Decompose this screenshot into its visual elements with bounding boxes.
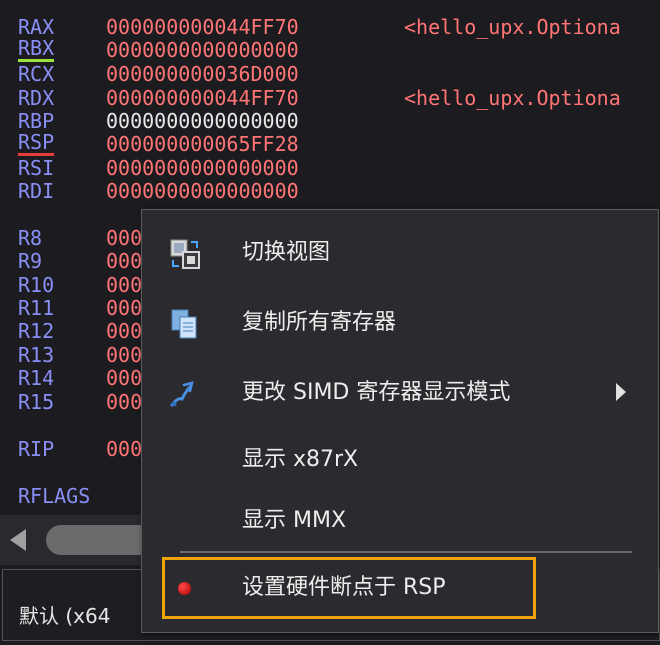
register-value[interactable]: 0000000000000000 [106, 38, 299, 62]
scroll-left-arrow-icon[interactable] [10, 529, 26, 551]
menu-item-switch-view[interactable]: 切换视图 [142, 225, 658, 281]
calling-convention-label: 默认 (x64 [19, 604, 111, 628]
register-value[interactable]: 000000000044FF70 [106, 86, 299, 110]
register-value[interactable]: 000 [106, 343, 142, 367]
register-value[interactable]: 000000000036D000 [106, 62, 299, 86]
menu-item-label: 显示 x87rX [242, 447, 359, 472]
register-value[interactable]: 000 [106, 319, 142, 343]
register-value[interactable]: 000000000065FF28 [106, 132, 299, 156]
menu-item-show-mmx[interactable]: 显示 MMX [142, 493, 658, 549]
menu-item-change-simd-display-mode[interactable]: 更改 SIMD 寄存器显示模式 [142, 365, 658, 421]
menu-item-label: 复制所有寄存器 [242, 310, 397, 335]
register-name: RDX [18, 86, 55, 110]
register-value[interactable]: 000 [106, 437, 142, 461]
register-name: R9 [18, 249, 43, 273]
register-name: RSI [18, 156, 55, 180]
register-name: R12 [18, 319, 55, 343]
menu-item-copy-all-registers[interactable]: 复制所有寄存器 [142, 295, 658, 351]
register-value[interactable]: 000 [106, 226, 142, 250]
register-name: R8 [18, 226, 43, 250]
register-comment: <hello_upx.Optiona [404, 86, 621, 110]
register-value[interactable]: 000000000044FF70 [106, 15, 299, 39]
register-name: RDI [18, 179, 55, 203]
register-name: RFLAGS [18, 484, 91, 508]
register-name: R15 [18, 390, 55, 414]
register-value[interactable]: 0000000000000000 [106, 109, 299, 133]
menu-item-label: 更改 SIMD 寄存器显示模式 [242, 380, 511, 405]
menu-item-show-x87rx[interactable]: 显示 x87rX [142, 432, 658, 488]
submenu-arrow-icon [616, 383, 626, 401]
menu-item-label: 显示 MMX [242, 508, 347, 533]
register-comment: <hello_upx.Optiona [404, 15, 621, 39]
copy-icon [171, 309, 197, 339]
register-value[interactable]: 000 [106, 296, 142, 320]
register-value[interactable]: 0000000000000000 [106, 179, 299, 203]
register-value[interactable]: 000 [106, 366, 142, 390]
register-name: R10 [18, 273, 55, 297]
register-name: RBX [18, 36, 55, 62]
register-name: RSP [18, 130, 55, 156]
menu-separator [180, 551, 632, 553]
menu-item-label: 切换视图 [242, 240, 331, 265]
register-name: RIP [18, 437, 55, 461]
register-value[interactable]: 0000000000000000 [106, 156, 299, 180]
context-menu: 切换视图 复制所有寄存器 更改 SIMD 寄存器显示模式 显示 x87rX 显示… [141, 209, 659, 633]
register-name: R13 [18, 343, 55, 367]
register-name: RCX [18, 62, 55, 86]
register-value[interactable]: 000 [106, 273, 142, 297]
register-value[interactable]: 000 [106, 249, 142, 273]
register-value[interactable]: 000 [106, 390, 142, 414]
register-name: R14 [18, 366, 55, 390]
register-name: R11 [18, 296, 55, 320]
highlight-annotation-box [162, 557, 536, 619]
simd-mode-icon [170, 381, 194, 407]
switch-view-icon [170, 239, 200, 269]
